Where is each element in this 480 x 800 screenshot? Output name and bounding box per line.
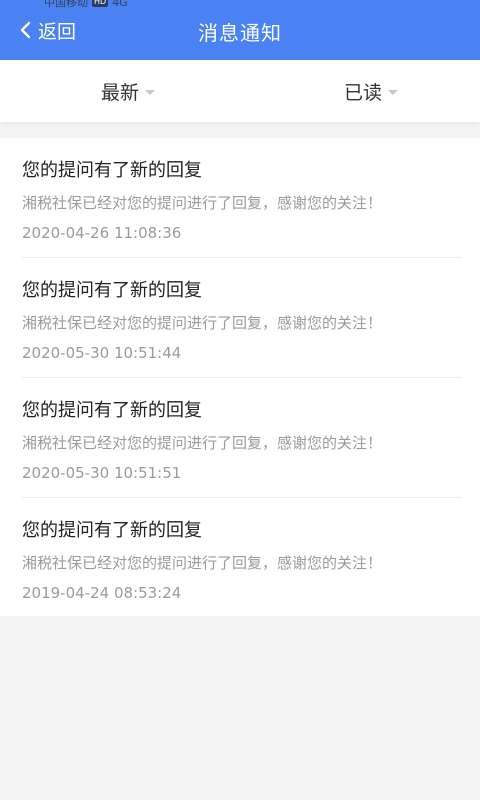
message-title: 您的提问有了新的回复	[22, 400, 202, 421]
message-description: 湘税社保已经对您的提问进行了回复，感谢您的关注！	[22, 194, 383, 212]
page-title: 消息通知	[198, 21, 282, 45]
app: 中国移动 HD 4G 返回 消息通知 最新 已读 您的提问有了新的回复 湘税社保…	[0, 0, 480, 800]
sort-dropdown[interactable]: 最新	[101, 78, 156, 105]
message-description: 湘税社保已经对您的提问进行了回复，感谢您的关注！	[22, 314, 383, 332]
status-bar-fragment: 中国移动 HD 4G	[44, 0, 128, 10]
message-title: 您的提问有了新的回复	[22, 160, 202, 181]
message-item[interactable]: 您的提问有了新的回复 湘税社保已经对您的提问进行了回复，感谢您的关注！ 2020…	[0, 258, 480, 378]
message-item[interactable]: 您的提问有了新的回复 湘税社保已经对您的提问进行了回复，感谢您的关注！ 2019…	[0, 498, 480, 618]
hd-badge: HD	[92, 0, 109, 7]
message-item[interactable]: 您的提问有了新的回复 湘税社保已经对您的提问进行了回复，感谢您的关注！ 2020…	[0, 138, 480, 258]
message-title: 您的提问有了新的回复	[22, 280, 202, 301]
caret-down-icon	[388, 90, 399, 95]
signal-label: 4G	[112, 0, 128, 9]
message-timestamp: 2019-04-24 08:53:24	[22, 584, 182, 602]
carrier-label: 中国移动	[44, 0, 88, 9]
message-title: 您的提问有了新的回复	[22, 520, 202, 541]
message-timestamp: 2020-05-30 10:51:44	[22, 344, 182, 362]
filter-bar: 最新 已读	[0, 60, 480, 122]
caret-down-icon	[145, 90, 156, 95]
message-description: 湘税社保已经对您的提问进行了回复，感谢您的关注！	[22, 554, 383, 572]
sort-dropdown-label: 最新	[101, 82, 140, 104]
message-description: 湘税社保已经对您的提问进行了回复，感谢您的关注！	[22, 434, 383, 452]
message-timestamp: 2020-04-26 11:08:36	[22, 224, 182, 242]
message-item[interactable]: 您的提问有了新的回复 湘税社保已经对您的提问进行了回复，感谢您的关注！ 2020…	[0, 378, 480, 498]
message-timestamp: 2020-05-30 10:51:51	[22, 464, 182, 482]
status-dropdown[interactable]: 已读	[344, 78, 399, 105]
status-dropdown-label: 已读	[344, 82, 383, 104]
message-list: 您的提问有了新的回复 湘税社保已经对您的提问进行了回复，感谢您的关注！ 2020…	[0, 138, 480, 616]
header-bar: 中国移动 HD 4G 返回 消息通知	[0, 0, 480, 60]
